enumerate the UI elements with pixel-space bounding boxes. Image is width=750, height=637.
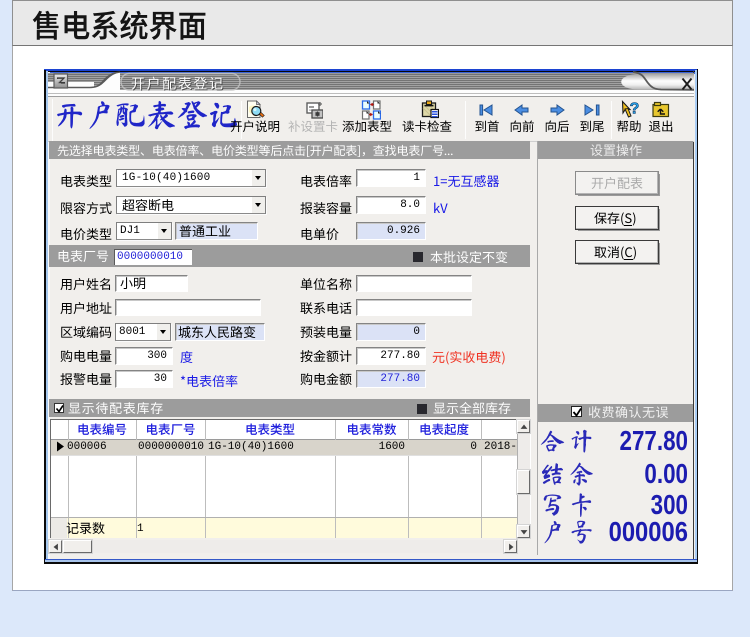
svg-text:?: ? — [630, 101, 639, 118]
